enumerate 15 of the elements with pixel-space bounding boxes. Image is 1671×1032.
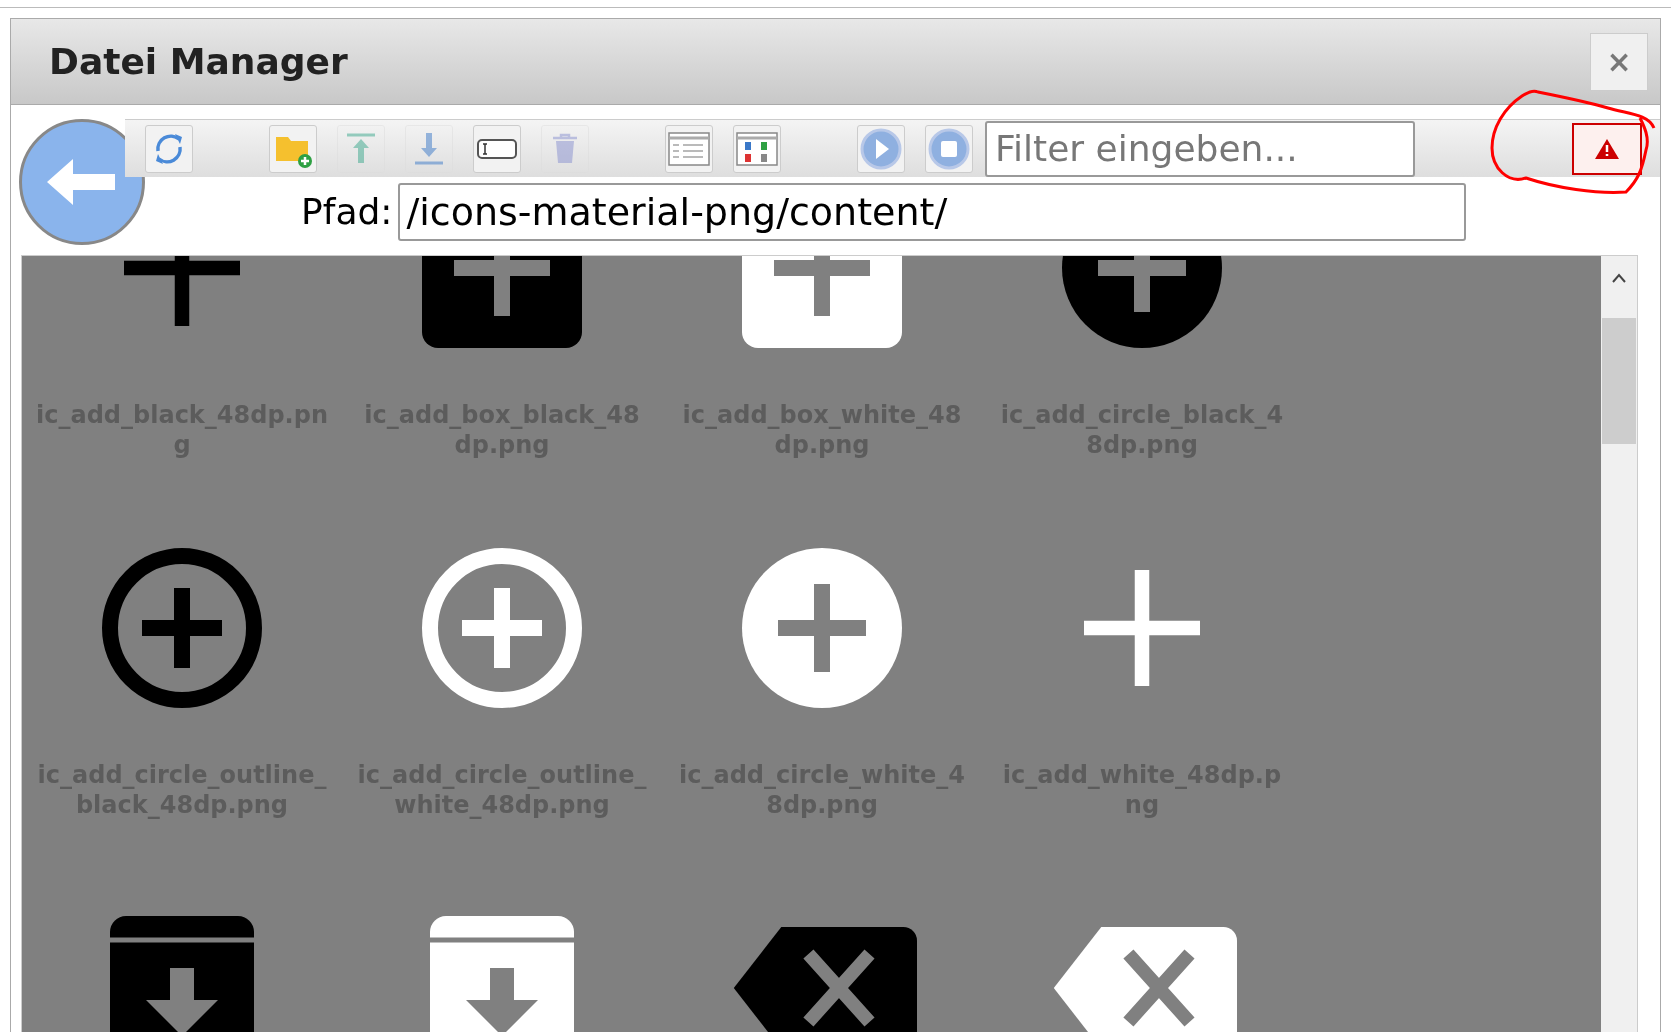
warning-button[interactable] xyxy=(1572,122,1642,175)
left-arrow-icon xyxy=(47,157,117,207)
filter-field[interactable]: Filter eingeben... xyxy=(985,120,1415,177)
play-icon xyxy=(859,126,903,171)
close-button[interactable]: × xyxy=(1590,32,1648,91)
window-title: Datei Manager xyxy=(49,39,348,84)
toolbar-button[interactable] xyxy=(473,124,521,173)
path-field[interactable]: /icons-material-png/content/ xyxy=(398,183,1467,241)
path-label: Pfad: xyxy=(301,190,393,234)
warning-icon xyxy=(1594,137,1620,160)
scroll-up-icon xyxy=(1611,272,1627,284)
stop-icon xyxy=(927,126,971,171)
toolbar-button[interactable] xyxy=(733,124,781,173)
scrollbar-thumb[interactable] xyxy=(1602,318,1636,444)
toolbar-button[interactable] xyxy=(145,124,193,173)
